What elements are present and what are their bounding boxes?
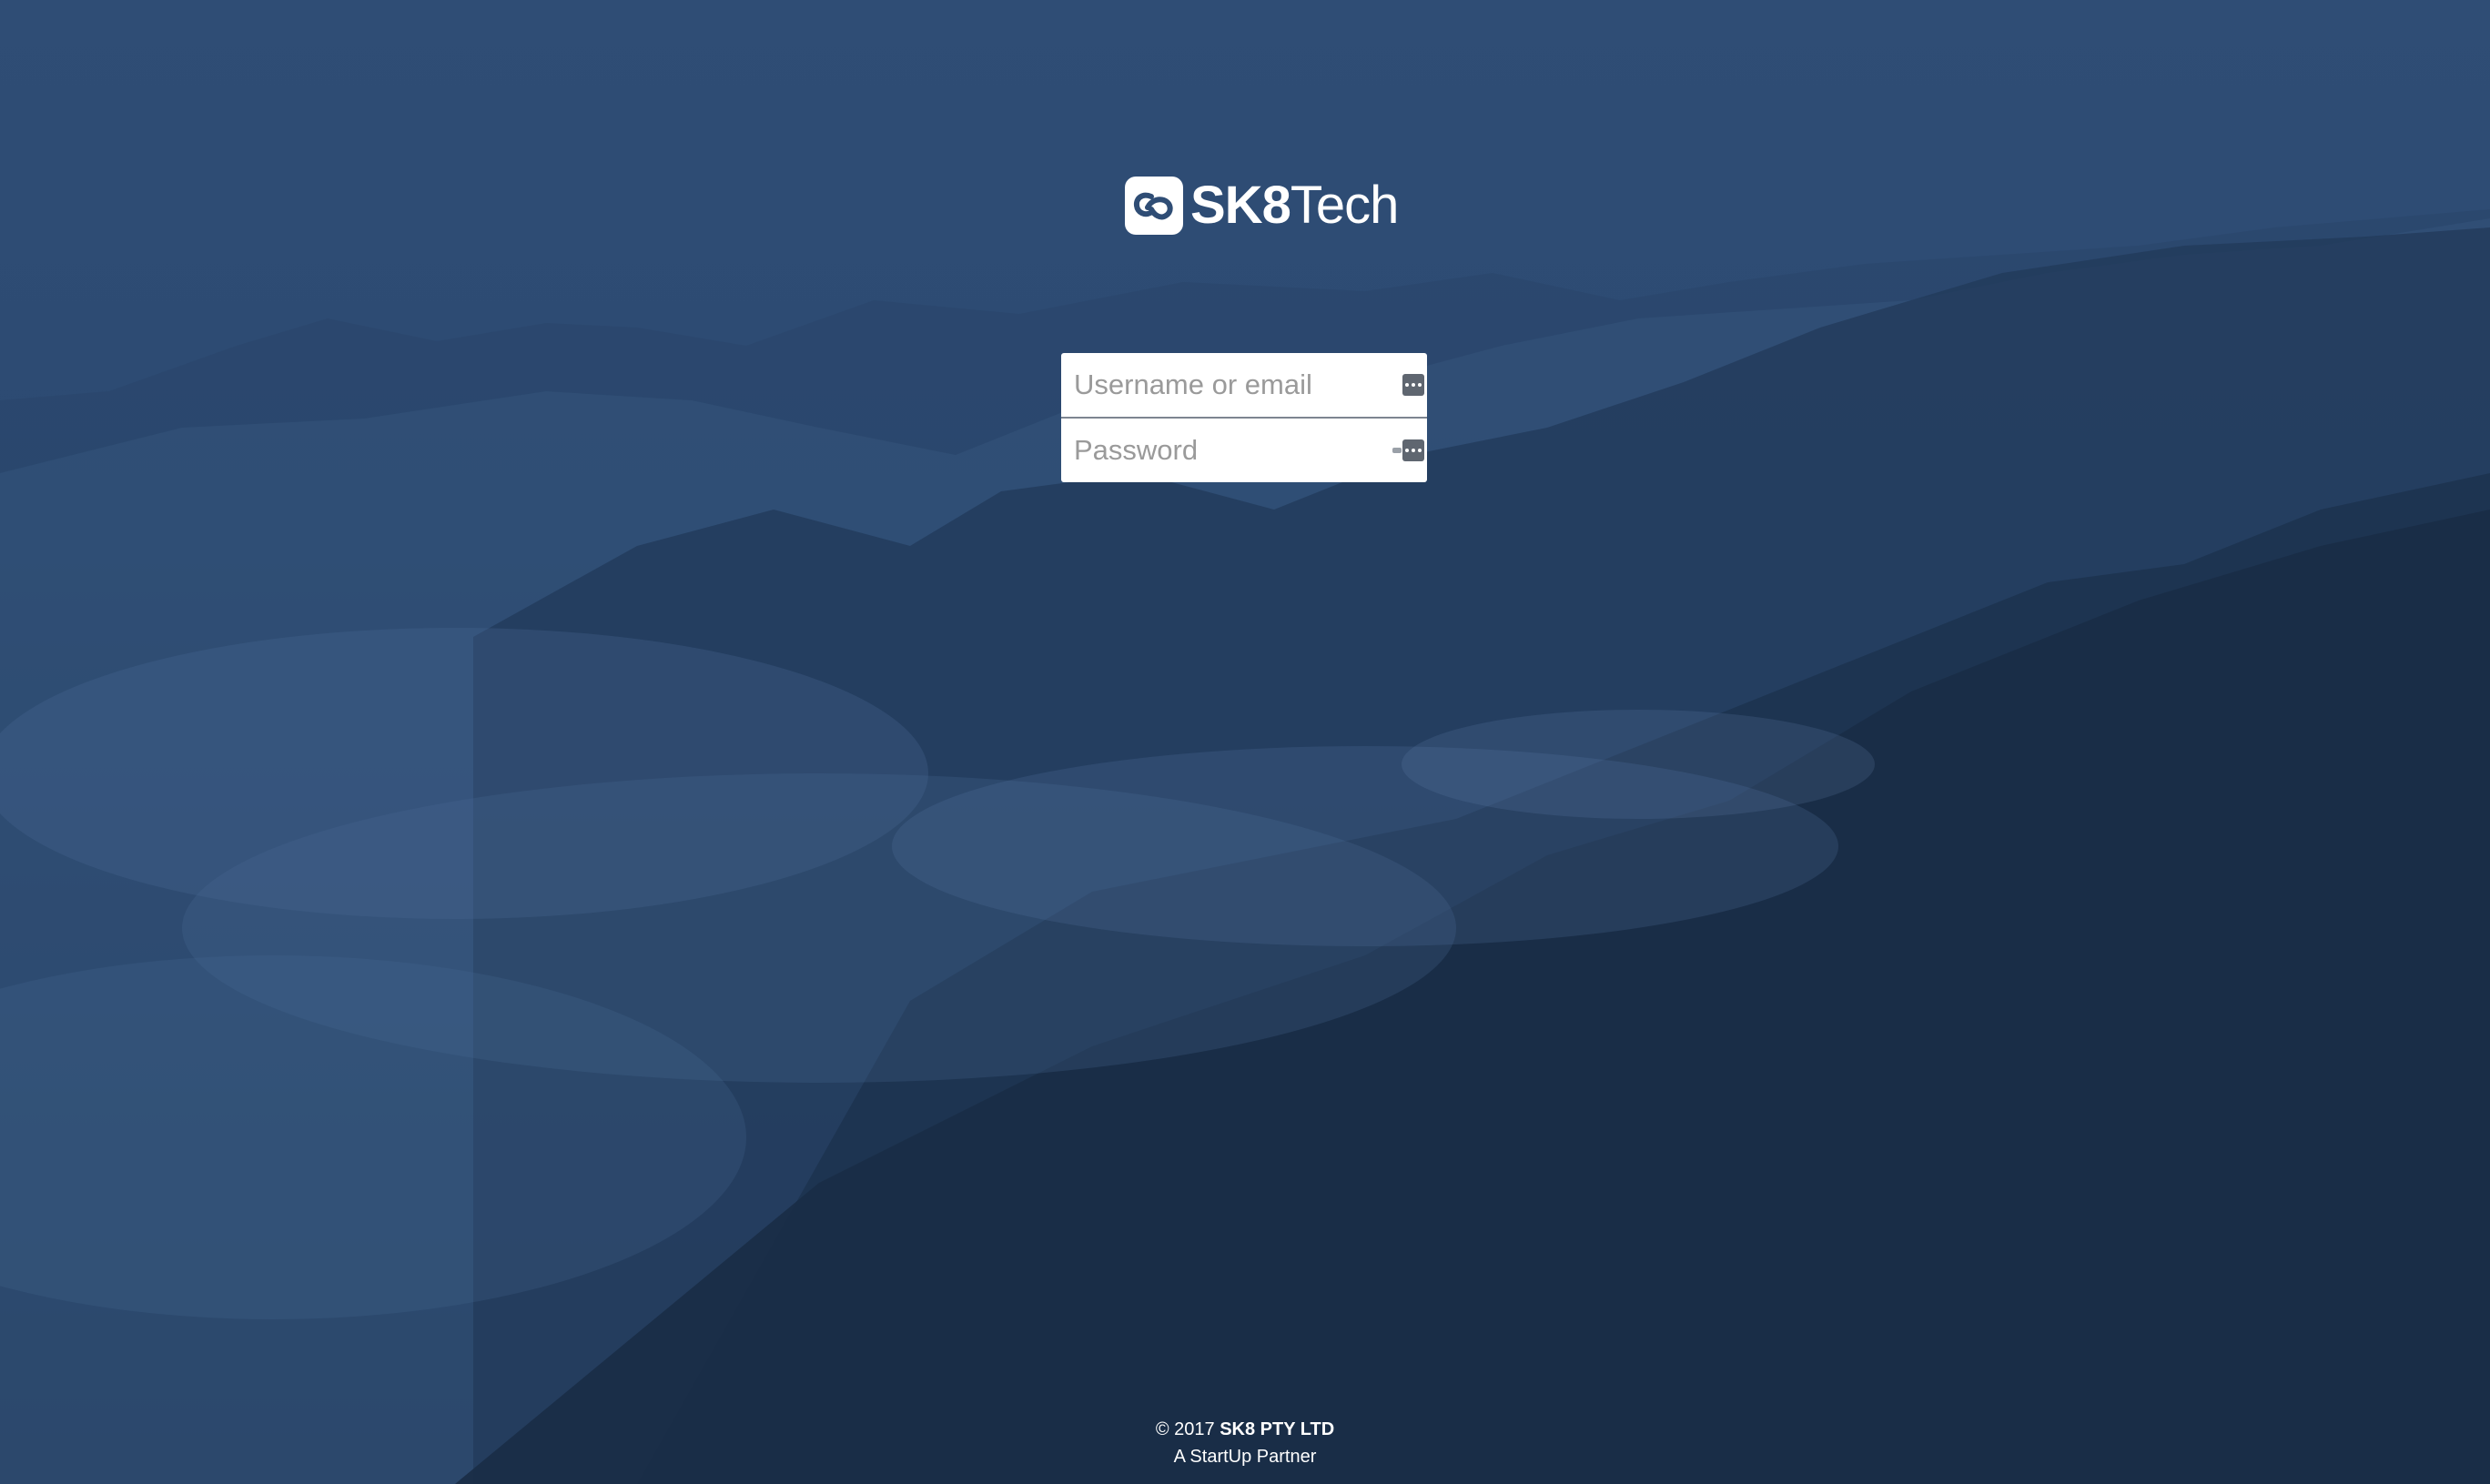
company-name: SK8 PTY LTD: [1220, 1419, 1335, 1439]
password-manager-icon[interactable]: [1402, 439, 1424, 461]
copyright-prefix: © 2017: [1155, 1419, 1215, 1439]
brand-name-light: Tech: [1290, 176, 1400, 235]
copyright-line: © 2017 SK8 PTY LTD: [0, 1416, 2490, 1443]
brand-name: SK8Tech: [1190, 176, 1400, 235]
brand-name-bold: SK8: [1190, 176, 1291, 235]
username-field-container: [1061, 353, 1427, 417]
tagline: A StartUp Partner: [1173, 1447, 1317, 1467]
password-manager-icon[interactable]: [1402, 374, 1424, 396]
login-form: [1061, 353, 1427, 482]
password-input[interactable]: [1061, 419, 1427, 482]
login-page: SK8Tech © 2017 SK8 PTY LTD A StartUp Par…: [0, 0, 2490, 1484]
password-field-container: [1061, 417, 1427, 482]
footer: © 2017 SK8 PTY LTD A StartUp Partner: [0, 1416, 2490, 1470]
sk8-link-icon: [1125, 177, 1183, 235]
key-icon: [1392, 448, 1402, 453]
username-input[interactable]: [1061, 353, 1427, 417]
brand-logo: SK8Tech: [1125, 176, 1400, 235]
